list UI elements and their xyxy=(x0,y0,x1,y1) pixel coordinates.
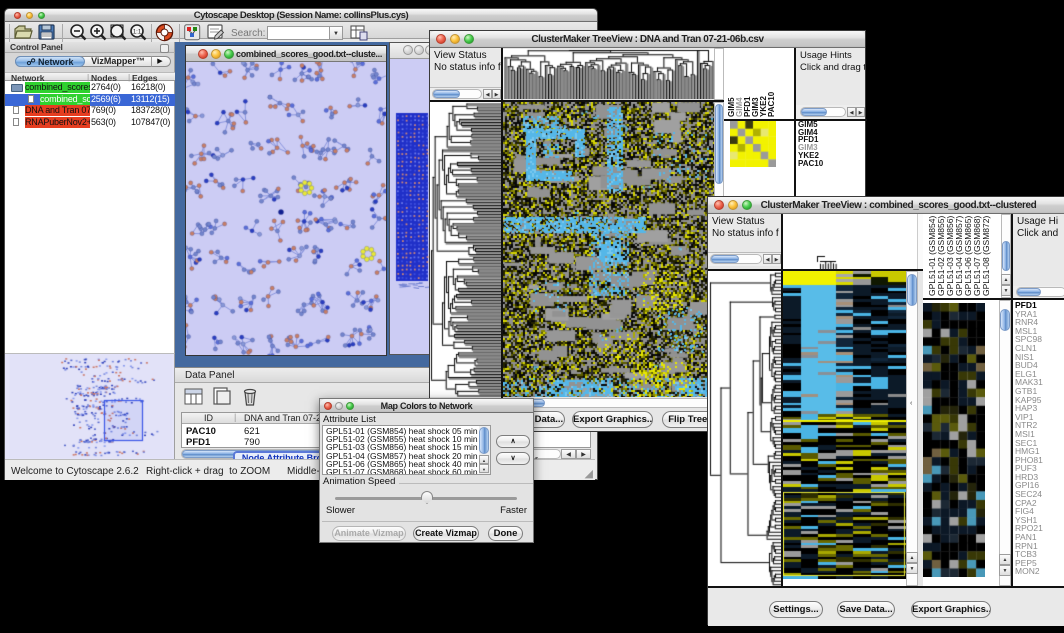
svg-text:1:1: 1:1 xyxy=(133,30,142,36)
